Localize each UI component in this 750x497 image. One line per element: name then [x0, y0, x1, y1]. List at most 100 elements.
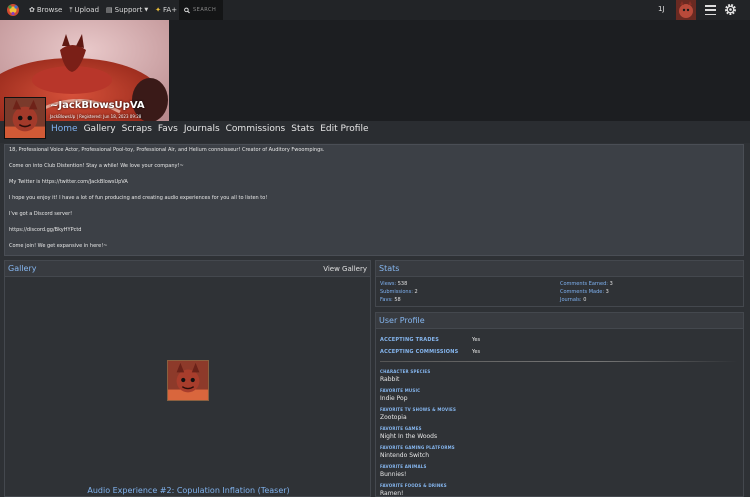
stat-favs: Favs: 58	[380, 297, 401, 303]
nav-upload-label: Upload	[74, 6, 100, 14]
tab-commissions[interactable]: Commissions	[226, 124, 286, 134]
gear-icon[interactable]	[724, 3, 737, 16]
pref-accepting-trades: ACCEPTING TRADES Yes	[380, 337, 480, 343]
fav-label: FAVORITE ANIMALS	[380, 464, 427, 469]
stat-value: 3	[605, 289, 609, 295]
nav-upload[interactable]: ⤒ Upload	[69, 6, 99, 15]
fav-value: Indie Pop	[380, 395, 408, 402]
profile-username: ~JackBlowsUpVA	[50, 100, 145, 111]
fav-label: FAVORITE GAMING PLATFORMS	[380, 445, 455, 450]
user-profile-header: User Profile	[376, 313, 743, 329]
fav-label: FAVORITE TV SHOWS & MOVIES	[380, 407, 457, 412]
stat-label: Views:	[380, 281, 397, 287]
stat-value: 538	[397, 281, 408, 287]
stat-value: 2	[414, 289, 418, 295]
nav-avatar[interactable]	[676, 0, 696, 20]
fav-value: Nintendo Switch	[380, 452, 430, 459]
twitter-link[interactable]: My Twitter is https://twitter.com/JackBl…	[9, 180, 739, 185]
search-icon	[184, 7, 190, 13]
search-input[interactable]	[193, 7, 223, 13]
user-profile-title: User Profile	[379, 316, 425, 325]
tab-gallery[interactable]: Gallery	[84, 124, 116, 134]
discord-link[interactable]: https://discord.gg/BkyHYPctd	[9, 228, 739, 233]
pref-label: ACCEPTING COMMISSIONS	[380, 349, 459, 355]
stats-header: Stats	[376, 261, 743, 277]
nav-browse[interactable]: ✿ Browse	[29, 6, 62, 14]
stat-label: Submissions:	[380, 289, 413, 295]
gallery-thumbnail[interactable]	[167, 360, 209, 401]
fav-label: FAVORITE FOODS & DRINKS	[380, 483, 447, 488]
description-line: Come on into Club Distention! Stay a whi…	[9, 163, 184, 169]
stat-views: Views: 538	[380, 281, 407, 287]
fav-label: FAVORITE MUSIC	[380, 388, 421, 393]
pref-accepting-commissions: ACCEPTING COMMISSIONS Yes	[380, 349, 480, 355]
stat-journals: Journals: 0	[560, 297, 586, 303]
view-gallery-link[interactable]: View Gallery	[323, 265, 367, 273]
pref-value: Yes	[472, 349, 481, 355]
user-profile-section: User Profile ACCEPTING TRADES Yes ACCEPT…	[375, 312, 744, 497]
gallery-section: Gallery View Gallery Audio Experience #2…	[4, 260, 371, 497]
stat-submissions: Submissions: 2	[380, 289, 418, 295]
upload-icon: ⤒	[69, 5, 73, 14]
gallery-item-title[interactable]: Audio Experience #2: Copulation Inflatio…	[5, 486, 372, 495]
tab-journals[interactable]: Journals	[184, 124, 220, 134]
stat-value: 0	[583, 297, 587, 303]
nav-faplus[interactable]: ✦ FA+	[155, 6, 177, 14]
pref-value: Yes	[472, 337, 481, 343]
fav-animals: FAVORITE ANIMALS Bunnies!	[380, 464, 427, 478]
stats-title: Stats	[379, 264, 400, 273]
fav-label: FAVORITE GAMES	[380, 426, 422, 431]
stat-label: Comments Earned:	[560, 281, 608, 287]
fav-label: CHARACTER SPECIES	[380, 369, 431, 374]
stat-value: 3	[609, 281, 613, 287]
tab-home[interactable]: Home	[51, 124, 78, 134]
fav-foods-drinks: FAVORITE FOODS & DRINKS Ramen!	[380, 483, 447, 497]
divider	[380, 361, 738, 362]
tab-favs[interactable]: Favs	[158, 124, 178, 134]
fav-gaming-platforms: FAVORITE GAMING PLATFORMS Nintendo Switc…	[380, 445, 455, 459]
fav-value: Rabbit	[380, 376, 400, 383]
tab-edit-profile[interactable]: Edit Profile	[320, 124, 368, 134]
stat-label: Journals:	[560, 297, 582, 303]
stat-comments-made: Comments Made: 3	[560, 289, 609, 295]
pref-label: ACCEPTING TRADES	[380, 337, 440, 343]
top-nav: ✿ Browse ⤒ Upload ▤ Support ▼ ✦ FA+ 1J	[0, 0, 750, 20]
stat-comments-earned: Comments Earned: 3	[560, 281, 613, 287]
fav-tv-movies: FAVORITE TV SHOWS & MOVIES Zootopia	[380, 407, 456, 421]
search-box[interactable]	[179, 0, 223, 20]
gallery-header: Gallery View Gallery	[5, 261, 370, 277]
description-line: Come join! We get expansive in here!~	[9, 243, 108, 249]
fav-value: Bunnies!	[380, 471, 407, 478]
profile-avatar[interactable]	[4, 97, 46, 139]
fav-value: Night In the Woods	[380, 433, 438, 440]
menu-icon[interactable]	[705, 5, 716, 15]
sparkle-icon: ✦	[155, 6, 162, 14]
gallery-title: Gallery	[8, 264, 37, 273]
stat-value: 58	[394, 297, 401, 303]
support-icon: ▤	[106, 6, 113, 14]
profile-registration: JackBlowsUp | Registered: Jun 18, 2023 0…	[50, 114, 142, 119]
profile-description: 18, Professional Voice Actor, Profession…	[4, 144, 744, 256]
fav-character-species: CHARACTER SPECIES Rabbit	[380, 369, 430, 383]
nav-browse-label: Browse	[36, 6, 63, 14]
site-logo-icon[interactable]	[6, 3, 20, 17]
chevron-down-icon: ▼	[144, 7, 149, 13]
stat-label: Favs:	[380, 297, 393, 303]
description-line: I hope you enjoy it! I have a lot of fun…	[9, 195, 268, 201]
description-line: 18, Professional Voice Actor, Profession…	[9, 147, 325, 153]
nav-support[interactable]: ▤ Support ▼	[106, 6, 148, 14]
stat-label: Comments Made:	[560, 289, 605, 295]
nav-faplus-label: FA+	[163, 6, 178, 14]
stats-section: Stats Views: 538 Submissions: 2 Favs: 58…	[375, 260, 744, 307]
notification-count[interactable]: 1J	[658, 5, 665, 13]
tab-stats[interactable]: Stats	[291, 124, 314, 134]
fav-value: Zootopia	[380, 414, 407, 421]
description-line: I've got a Discord server!	[9, 211, 73, 217]
fav-games: FAVORITE GAMES Night In the Woods	[380, 426, 437, 440]
nav-support-label: Support	[114, 6, 143, 14]
fav-music: FAVORITE MUSIC Indie Pop	[380, 388, 420, 402]
profile-tabs: Home Gallery Scraps Favs Journals Commis…	[51, 124, 369, 134]
fav-value: Ramen!	[380, 490, 404, 497]
tab-scraps[interactable]: Scraps	[122, 124, 152, 134]
browse-icon: ✿	[29, 6, 35, 14]
